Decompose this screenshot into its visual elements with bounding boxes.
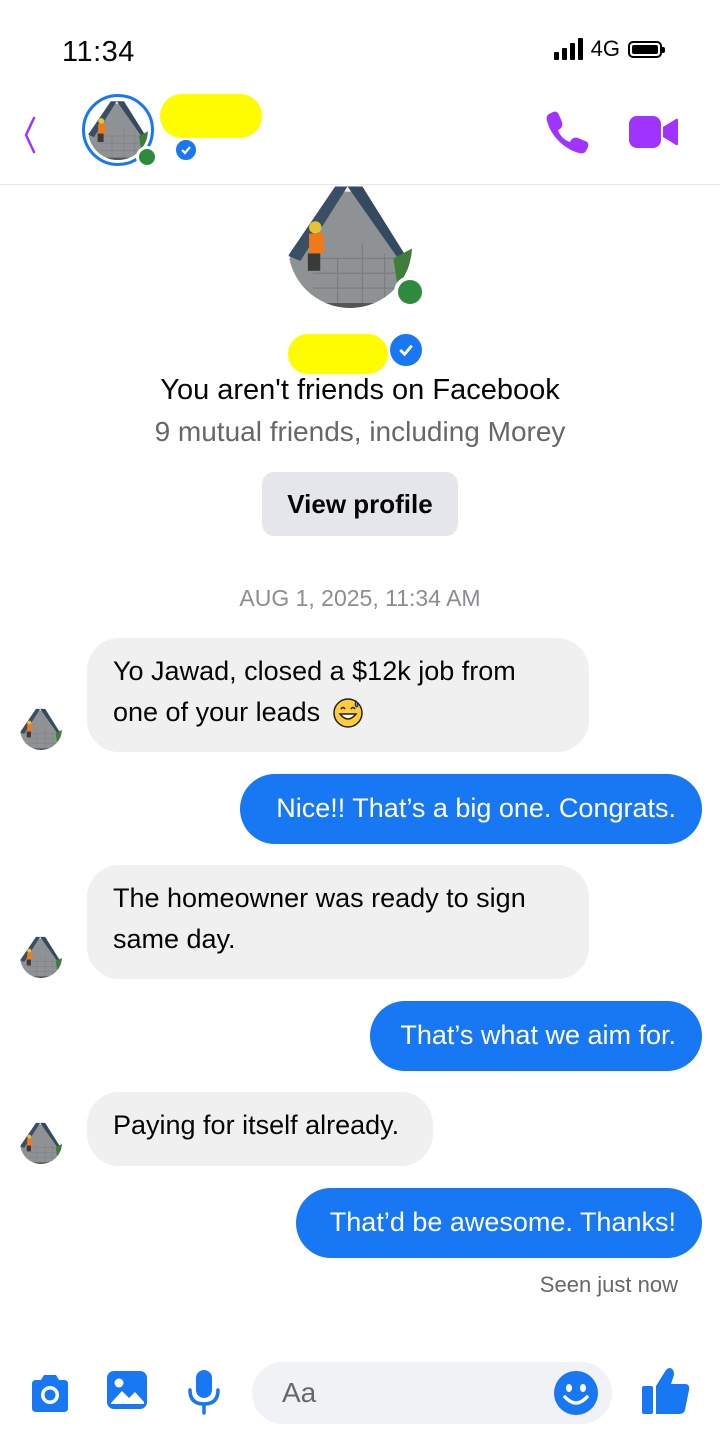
outgoing-message[interactable]: That’s what we aim for. bbox=[370, 1001, 702, 1071]
online-status-dot bbox=[136, 146, 158, 168]
sender-avatar-image bbox=[20, 936, 62, 978]
profile-online-dot bbox=[394, 276, 426, 308]
signal-icon bbox=[553, 38, 583, 60]
verified-badge-icon bbox=[174, 138, 198, 162]
gallery-icon[interactable] bbox=[103, 1366, 151, 1414]
incoming-message[interactable]: Paying for itself already. bbox=[87, 1092, 433, 1166]
thumbs-up-icon[interactable] bbox=[640, 1364, 692, 1416]
chat-header bbox=[0, 92, 720, 185]
message-line: one of your leads bbox=[113, 697, 321, 727]
incoming-message[interactable]: The homeowner was ready to sign same day… bbox=[87, 865, 589, 979]
contact-name[interactable] bbox=[160, 94, 262, 138]
status-time: 11:34 bbox=[62, 36, 135, 68]
friendship-status: You aren't friends on Facebook bbox=[160, 374, 560, 406]
view-profile-button[interactable]: View profile bbox=[262, 472, 458, 536]
message-line: Yo Jawad, closed a $12k job from bbox=[113, 656, 516, 686]
sender-avatar[interactable] bbox=[20, 708, 62, 750]
profile-name bbox=[288, 334, 388, 374]
message-timestamp: AUG 1, 2025, 11:34 AM bbox=[239, 585, 481, 611]
battery-icon bbox=[628, 40, 665, 58]
microphone-icon[interactable] bbox=[180, 1368, 228, 1416]
outgoing-message[interactable]: Nice!! That’s a big one. Congrats. bbox=[240, 774, 702, 844]
profile-verified-icon bbox=[388, 332, 424, 368]
status-indicators: 4G bbox=[553, 36, 665, 62]
message-line: same day. bbox=[113, 924, 236, 954]
incoming-message[interactable]: Yo Jawad, closed a $12k job from one of … bbox=[87, 638, 589, 752]
network-type: 4G bbox=[590, 36, 620, 61]
grinning-sweat-emoji bbox=[333, 697, 363, 728]
camera-icon[interactable] bbox=[26, 1370, 74, 1418]
mutual-friends: 9 mutual friends, including Morey bbox=[154, 416, 566, 447]
sender-avatar[interactable] bbox=[20, 936, 62, 978]
video-camera-icon[interactable] bbox=[628, 110, 678, 154]
message-line: The homeowner was ready to sign bbox=[113, 883, 526, 913]
sender-avatar-image bbox=[20, 1122, 62, 1164]
phone-icon[interactable] bbox=[544, 108, 592, 156]
back-chevron-icon[interactable] bbox=[16, 110, 46, 160]
sender-avatar-image bbox=[20, 708, 62, 750]
outgoing-message[interactable]: That’d be awesome. Thanks! bbox=[296, 1188, 702, 1258]
seen-status: Seen just now bbox=[539, 1272, 678, 1297]
emoji-icon[interactable] bbox=[552, 1369, 600, 1417]
sender-avatar[interactable] bbox=[20, 1122, 62, 1164]
